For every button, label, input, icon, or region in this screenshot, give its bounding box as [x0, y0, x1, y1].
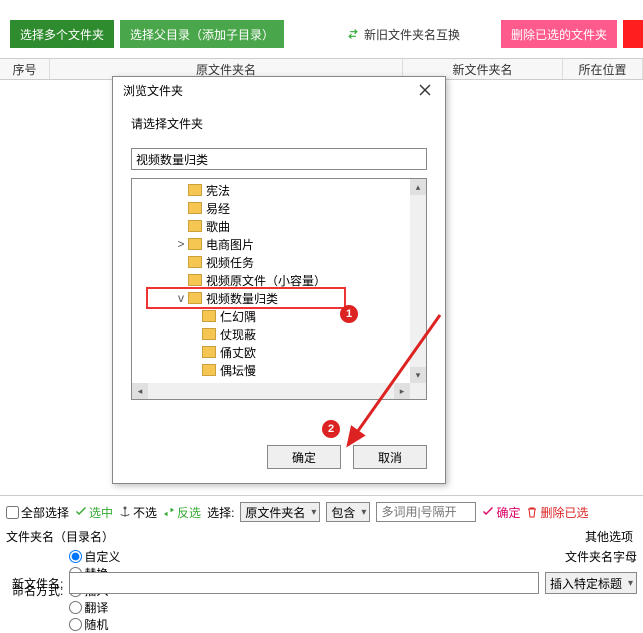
- select-all-checkbox[interactable]: 全部选择: [6, 504, 69, 521]
- tree-item[interactable]: 仁幻隅: [132, 307, 426, 325]
- panel-title: 文件夹名（目录名）: [6, 528, 114, 545]
- tree-twisty-icon: >: [174, 237, 188, 251]
- folder-icon: [188, 238, 202, 250]
- tree-item[interactable]: 视频任务: [132, 253, 426, 271]
- swap-names-button[interactable]: 新旧文件夹名互换: [336, 20, 470, 48]
- dialog-ok-button[interactable]: 确定: [267, 445, 341, 469]
- dialog-cancel-button[interactable]: 取消: [353, 445, 427, 469]
- selection-toolbar: 全部选择 选中 不选 反选 选择: 原文件夹名 包含 确定 删除已选: [6, 502, 637, 522]
- tree-item-label: 偶坛慢: [220, 362, 256, 379]
- annotation-2: 2: [322, 420, 340, 438]
- contains-dropdown[interactable]: 包含: [326, 502, 370, 522]
- extra-red-button[interactable]: [623, 20, 643, 48]
- swap-names-label: 新旧文件夹名互换: [364, 26, 460, 43]
- folder-tree[interactable]: 宪法易经歌曲>电商图片视频任务视频原文件（小容量）v视频数量归类仁幻隅仗现蔽俑丈…: [131, 178, 427, 400]
- select-on-button[interactable]: 选中: [75, 504, 113, 521]
- folder-icon: [202, 364, 216, 376]
- anchor-icon: [119, 506, 131, 518]
- select-label: 选择:: [207, 504, 234, 521]
- folder-icon: [202, 346, 216, 358]
- select-parent-dir-button[interactable]: 选择父目录（添加子目录）: [120, 20, 284, 48]
- tree-item-label: 易经: [206, 200, 230, 217]
- naming-option-0[interactable]: 自定义: [69, 548, 120, 565]
- dialog-title: 浏览文件夹: [123, 82, 183, 99]
- invert-selection-button[interactable]: 反选: [163, 504, 201, 521]
- tree-item-label: 仁幻隅: [220, 308, 256, 325]
- check-icon: [482, 506, 494, 518]
- new-name-input[interactable]: [69, 572, 539, 594]
- other-options-label: 其他选项: [585, 528, 633, 545]
- scroll-down-button[interactable]: ▾: [410, 367, 426, 383]
- close-icon: [419, 84, 431, 96]
- browse-folder-dialog: 浏览文件夹 请选择文件夹 宪法易经歌曲>电商图片视频任务视频原文件（小容量）v视…: [112, 76, 446, 484]
- folder-icon: [188, 184, 202, 196]
- insert-title-dropdown[interactable]: 插入特定标题: [545, 572, 637, 594]
- col-loc: 所在位置: [563, 59, 643, 79]
- new-name-label: 新文件名:: [12, 575, 63, 592]
- annotation-1: 1: [340, 305, 358, 323]
- col-seq: 序号: [0, 59, 50, 79]
- select-off-button[interactable]: 不选: [119, 504, 157, 521]
- delete-selected-button[interactable]: 删除已选的文件夹: [501, 20, 617, 48]
- tree-item[interactable]: 歌曲: [132, 217, 426, 235]
- naming-option-3[interactable]: 翻译: [69, 599, 120, 616]
- dialog-prompt: 请选择文件夹: [131, 115, 427, 132]
- keywords-input[interactable]: [376, 502, 476, 522]
- tree-item[interactable]: 偶坛慢: [132, 361, 426, 379]
- select-multi-folders-button[interactable]: 选择多个文件夹: [10, 20, 114, 48]
- dialog-close-button[interactable]: [411, 79, 439, 101]
- tree-item-label: 宪法: [206, 182, 230, 199]
- folder-icon: [188, 202, 202, 214]
- folder-path-input[interactable]: [131, 148, 427, 170]
- tree-hscrollbar[interactable]: ◂ ▸: [132, 383, 426, 399]
- tree-item[interactable]: 仗现蔽: [132, 325, 426, 343]
- tree-item[interactable]: > 电商图片: [132, 235, 426, 253]
- folder-icon: [202, 310, 216, 322]
- folder-icon: [188, 256, 202, 268]
- tree-item-label: 歌曲: [206, 218, 230, 235]
- folder-icon: [188, 274, 202, 286]
- folder-name-hint: 文件夹名字母: [565, 548, 637, 565]
- scroll-up-button[interactable]: ▴: [410, 179, 426, 195]
- tree-item-label: 电商图片: [206, 236, 254, 253]
- folder-icon: [188, 220, 202, 232]
- tree-item[interactable]: 易经: [132, 199, 426, 217]
- tree-item-label: 仗现蔽: [220, 326, 256, 343]
- tree-item[interactable]: 宪法: [132, 181, 426, 199]
- delete-selected-rows-button[interactable]: 删除已选: [526, 504, 588, 521]
- tree-vscrollbar[interactable]: ▴ ▾: [410, 179, 426, 383]
- scroll-left-button[interactable]: ◂: [132, 383, 148, 399]
- confirm-filter-button[interactable]: 确定: [482, 504, 520, 521]
- folder-icon: [202, 328, 216, 340]
- tree-item-label: 视频原文件（小容量）: [206, 272, 326, 289]
- scroll-right-button[interactable]: ▸: [394, 383, 410, 399]
- trash-icon: [526, 506, 538, 518]
- new-name-row: 新文件名: 插入特定标题: [6, 572, 637, 594]
- swap-small-icon: [163, 506, 175, 518]
- tree-item[interactable]: 俑丈欧: [132, 343, 426, 361]
- tree-item-label: 俑丈欧: [220, 344, 256, 361]
- tree-item-label: 视频任务: [206, 254, 254, 271]
- select-field-dropdown[interactable]: 原文件夹名: [240, 502, 320, 522]
- swap-icon: [346, 27, 360, 41]
- check-icon: [75, 506, 87, 518]
- naming-option-4[interactable]: 随机: [69, 616, 120, 633]
